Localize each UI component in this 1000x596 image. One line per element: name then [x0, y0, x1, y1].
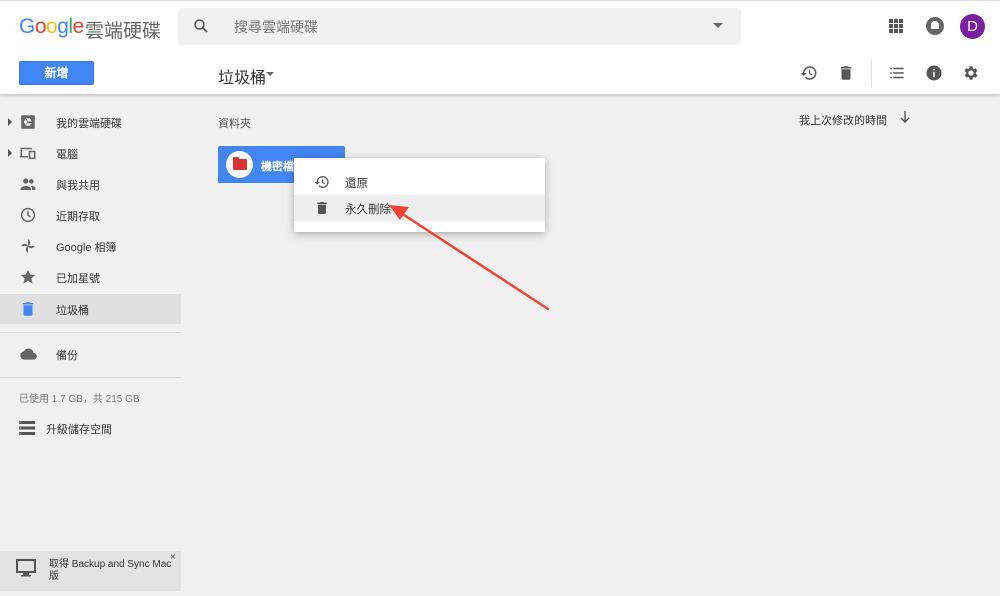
shared-icon [20, 178, 36, 190]
delete-forever-icon [317, 202, 327, 214]
search-bar[interactable] [178, 8, 741, 45]
folders-section-label: 資料夾 [218, 118, 251, 130]
sidebar-item-label: 已加星號 [56, 273, 100, 285]
sort-by-label[interactable]: 我上次修改的時間 [799, 112, 887, 128]
photos-pinwheel-icon [21, 239, 35, 253]
restore-history-icon[interactable] [800, 64, 818, 82]
search-options-caret-icon[interactable] [713, 23, 723, 28]
trash-icon [22, 302, 34, 316]
expand-arrow-icon[interactable] [8, 118, 12, 126]
sidebar-item-label: 與我共用 [56, 180, 100, 192]
list-view-icon[interactable] [888, 64, 906, 82]
google-logo[interactable]: Google [19, 15, 84, 39]
promo-text: 取得 Backup and Sync Mac 版 [49, 559, 172, 582]
toolbar-divider [871, 59, 872, 87]
context-menu: 還原 永久刪除 [294, 158, 545, 232]
sidebar-divider [0, 332, 181, 333]
sidebar-item-backup[interactable]: 備份 [0, 339, 181, 369]
product-name: 雲端硬碟 [85, 21, 162, 42]
sidebar-item-my-drive[interactable]: 我的雲端硬碟 [0, 107, 181, 137]
toolbar: 新增 垃圾桶 [0, 53, 1000, 94]
computers-icon [19, 147, 36, 159]
sidebar-item-google-photos[interactable]: Google 相簿 [0, 231, 181, 261]
menu-item-restore[interactable]: 還原 [294, 169, 545, 195]
sidebar-item-label: 垃圾桶 [56, 305, 89, 317]
recent-clock-icon [20, 207, 36, 223]
sort-direction-arrow-icon[interactable] [899, 110, 911, 124]
upgrade-storage-label: 升級儲存空間 [46, 424, 112, 436]
location-title[interactable]: 垃圾桶 [218, 64, 266, 88]
sidebar: 我的雲端硬碟 電腦 與我共用 近期存取 Google 相簿 已加星號 垃圾桶 備… [0, 94, 190, 596]
top-header: Google 雲端硬碟 D [0, 0, 1000, 53]
close-icon[interactable]: × [170, 552, 176, 563]
storage-stack-icon [19, 421, 35, 435]
search-icon[interactable] [192, 17, 210, 35]
cloud-icon [20, 348, 37, 360]
shared-folder-icon [233, 157, 247, 170]
folder-icon-circle [226, 151, 253, 178]
desktop-monitor-icon [16, 559, 36, 577]
new-button[interactable]: 新增 [19, 61, 94, 85]
sidebar-item-label: 近期存取 [56, 211, 100, 223]
apps-grid-icon[interactable] [889, 19, 903, 33]
sidebar-item-label: 備份 [56, 350, 78, 362]
sidebar-item-computers[interactable]: 電腦 [0, 138, 181, 168]
upgrade-storage-link[interactable]: 升級儲存空間 [0, 416, 181, 440]
settings-gear-icon[interactable] [962, 64, 980, 82]
sidebar-divider [0, 377, 181, 378]
info-icon[interactable] [925, 64, 943, 82]
menu-item-label: 永久刪除 [345, 204, 391, 216]
drive-icon [21, 115, 35, 129]
star-icon [20, 269, 36, 284]
storage-usage-text: 已使用 1.7 GB，共 215 GB [19, 394, 140, 405]
sidebar-item-label: Google 相簿 [56, 242, 117, 254]
delete-icon[interactable] [837, 64, 855, 82]
search-input[interactable] [234, 8, 674, 45]
sidebar-item-trash[interactable]: 垃圾桶 [0, 294, 181, 324]
account-avatar[interactable]: D [960, 14, 985, 39]
sidebar-item-recent[interactable]: 近期存取 [0, 200, 181, 230]
menu-item-delete-forever[interactable]: 永久刪除 [294, 195, 545, 221]
sidebar-item-label: 電腦 [56, 149, 78, 161]
menu-item-label: 還原 [345, 178, 368, 190]
location-dropdown-caret-icon[interactable] [266, 72, 274, 76]
sidebar-item-shared-with-me[interactable]: 與我共用 [0, 169, 181, 199]
notifications-bell-icon[interactable] [926, 17, 944, 35]
backup-sync-promo[interactable]: 取得 Backup and Sync Mac 版 × [0, 551, 181, 591]
expand-arrow-icon[interactable] [8, 149, 12, 157]
sidebar-item-label: 我的雲端硬碟 [56, 118, 122, 130]
sidebar-item-starred[interactable]: 已加星號 [0, 262, 181, 292]
restore-icon [314, 176, 329, 188]
